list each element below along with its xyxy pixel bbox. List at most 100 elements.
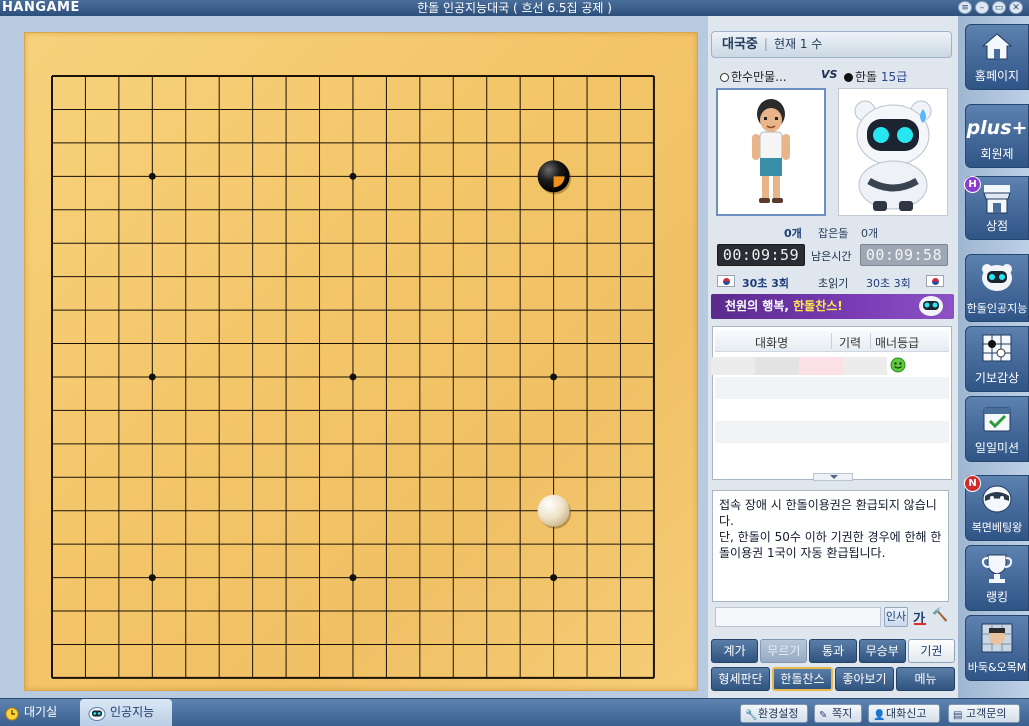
player-left-name: 한수만물...	[731, 70, 787, 84]
position-analysis-button[interactable]: 형세판단	[711, 667, 770, 691]
side-item-label: 회원제	[980, 147, 1014, 161]
manner-smile-icon	[890, 357, 906, 373]
side-item-daily-mission[interactable]: 일일미션	[965, 396, 1029, 462]
side-item-label: 바둑&오목M	[967, 661, 1027, 674]
promo-text: 천원의 행복,	[725, 299, 794, 313]
chat-user-row[interactable]	[715, 399, 949, 421]
tab-lobby-label: 대기실	[24, 705, 58, 719]
side-item-baduk-omok-mobile[interactable]: 바둑&오목M	[965, 615, 1029, 681]
game-actions-row2: 형세판단 한돌찬스 좋아보기 메뉴	[711, 667, 955, 691]
tab-ai-label: 인공지능	[110, 705, 155, 719]
robot-icon	[88, 707, 106, 721]
hammer-icon[interactable]: 🔨	[932, 608, 950, 626]
move-counter: 현재 1 수	[773, 37, 823, 51]
list-resize-handle[interactable]	[813, 473, 853, 481]
go-board-grid[interactable]	[25, 33, 699, 692]
byoyomi-left: 30초 3회	[742, 277, 790, 290]
byoyomi-row: 30초 3회 초읽기 30초 3회	[708, 274, 958, 290]
col-rank[interactable]: 기력	[839, 334, 861, 351]
chat-user-row[interactable]	[711, 355, 949, 377]
col-nickname[interactable]: 대화명	[755, 334, 788, 351]
game-state: 대국중	[722, 37, 758, 52]
white-stone	[537, 494, 570, 527]
shop-icon	[983, 185, 1011, 214]
greet-button[interactable]: 인사	[884, 607, 908, 627]
side-item-ranking[interactable]: 랭킹	[965, 545, 1029, 611]
time-remaining: 00:09:59 남은시간 00:09:58	[708, 244, 958, 268]
blurred-cell	[843, 357, 887, 375]
chat-report-button[interactable]: 👤 대화신고	[868, 704, 940, 723]
menu-button[interactable]: 메뉴	[896, 667, 955, 691]
handol-chance-banner[interactable]: 천원의 행복, 한돌찬스!	[711, 294, 954, 319]
side-item-home[interactable]: 홈페이지	[965, 24, 1029, 90]
calendar-check-icon	[983, 407, 1011, 432]
robot-icon	[919, 296, 943, 316]
captured-left: 0개	[784, 227, 802, 240]
star-point	[148, 574, 156, 582]
person-icon: 👤	[873, 710, 886, 721]
player-avatar-left[interactable]	[716, 88, 826, 216]
handol-chance-button[interactable]: 한돌찬스	[772, 667, 833, 691]
chat-user-row[interactable]	[715, 443, 949, 465]
side-item-label: 상점	[985, 219, 1009, 233]
side-item-membership[interactable]: plus+ 회원제	[965, 104, 1029, 168]
board-panel	[0, 16, 708, 698]
undo-button[interactable]: 무르기	[760, 639, 808, 663]
side-item-game-records[interactable]: 기보감상	[965, 326, 1029, 392]
settings-button[interactable]: 🔧 환경설정	[740, 704, 808, 723]
plus-icon: plus+	[966, 117, 1028, 139]
side-item-label: 한돌인공지능	[966, 302, 1028, 315]
player-avatar-right[interactable]	[838, 88, 948, 216]
pass-button[interactable]: 통과	[809, 639, 857, 663]
blurred-cell	[799, 357, 843, 375]
memo-label: 쪽지	[832, 707, 853, 720]
chat-input[interactable]	[715, 607, 881, 627]
player-left[interactable]: 한수만물...	[720, 68, 787, 85]
player-right[interactable]: 한돌 15급	[844, 68, 907, 85]
font-color-button[interactable]: 가	[913, 608, 929, 627]
timer-left: 00:09:59	[717, 244, 805, 266]
side-menu: 홈페이지 plus+ 회원제 H 상점 한돌인공지능 기보감상 일일미션 N 복…	[958, 16, 1029, 698]
korea-flag-icon	[717, 275, 735, 287]
robot-avatar-icon	[854, 100, 932, 211]
new-badge: N	[964, 475, 981, 492]
wrench-icon: 🔧	[745, 710, 758, 721]
trophy-icon	[981, 554, 1013, 583]
hot-badge: H	[964, 176, 981, 193]
byoyomi-label: 초읽기	[818, 277, 849, 290]
player-right-name: 한돌	[855, 70, 878, 84]
draw-button[interactable]: 무승부	[858, 639, 906, 663]
memo-icon: ✎	[819, 710, 828, 721]
count-button[interactable]: 계가	[711, 639, 759, 663]
star-point	[148, 373, 156, 381]
chat-user-row[interactable]	[715, 421, 949, 443]
timer-right: 00:09:58	[860, 244, 948, 266]
game-actions-row1: 계가 무르기 통과 무승부 기권	[711, 639, 956, 663]
players-line: 한수만물... VS 한돌 15급	[720, 68, 950, 84]
col-manner[interactable]: 매너등급	[875, 334, 919, 351]
side-item-handol-ai[interactable]: 한돌인공지능	[965, 254, 1029, 322]
boy-avatar-icon	[752, 99, 790, 203]
resign-button[interactable]: 기권	[907, 639, 956, 663]
support-button[interactable]: ▤ 고객문의	[948, 704, 1020, 723]
tab-lobby[interactable]: 대기실	[0, 699, 78, 726]
chat-user-list[interactable]: 대화명 기력 매너등급	[711, 326, 952, 481]
bottom-bar: 대기실 인공지능 🔧 환경설정 ✎ 쪽지 👤 대화신고 ▤ 고객문의	[0, 698, 1029, 726]
tab-ai[interactable]: 인공지능	[80, 699, 172, 726]
settings-label: 환경설정	[758, 707, 799, 720]
minimize-button[interactable]: –	[975, 1, 989, 14]
close-button[interactable]: ✕	[1009, 1, 1023, 14]
side-item-label: 기보감상	[974, 371, 1020, 385]
memo-button[interactable]: ✎ 쪽지	[814, 704, 862, 723]
star-point	[550, 373, 558, 381]
good-move-button[interactable]: 좋아보기	[835, 667, 894, 691]
white-stone-icon	[720, 73, 729, 82]
go-board[interactable]	[24, 32, 698, 691]
chat-user-row[interactable]	[715, 377, 949, 399]
document-icon: ▤	[953, 710, 963, 721]
maximize-button[interactable]: ▭	[992, 1, 1006, 14]
byoyomi-right: 30초 3회	[866, 277, 911, 290]
window-controls: ≡ – ▭ ✕	[958, 1, 1023, 14]
window-menu-button[interactable]: ≡	[958, 1, 972, 14]
player-right-rank: 15급	[880, 70, 908, 84]
